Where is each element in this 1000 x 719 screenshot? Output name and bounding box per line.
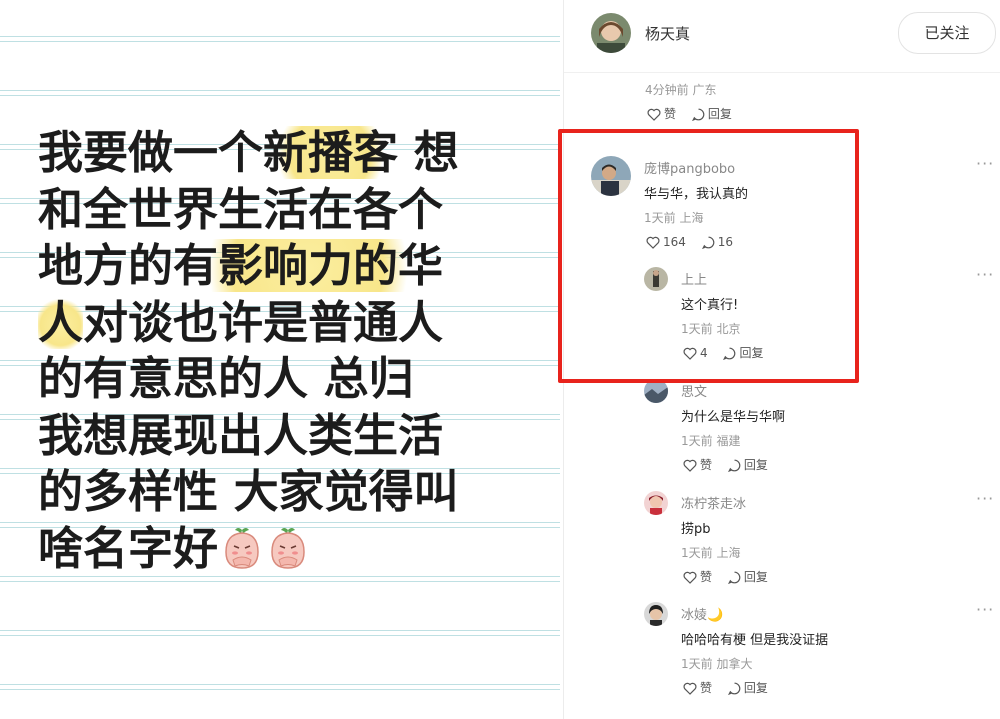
reply-actions: 赞 回复 xyxy=(683,568,780,586)
reply-username[interactable]: 思文 xyxy=(681,381,707,400)
comment-time: 1天前 xyxy=(644,211,676,225)
reply-username[interactable]: 冻柠茶走冰 xyxy=(681,493,746,512)
comment-actions: 164 16 xyxy=(646,233,745,251)
author-avatar[interactable] xyxy=(591,13,631,53)
post-text-line: 和全世界生活在各个 xyxy=(38,182,558,239)
reply-username[interactable]: 冰婈🌙 xyxy=(681,604,723,623)
more-options-icon[interactable]: ··· xyxy=(976,600,994,619)
follow-button[interactable]: 已关注 xyxy=(898,12,996,54)
reply-text: 捞pb xyxy=(681,522,711,537)
reply-bubble-icon xyxy=(691,108,705,121)
heart-icon xyxy=(646,236,660,249)
reply-button[interactable]: 回复 xyxy=(727,679,768,697)
heart-icon xyxy=(683,571,697,584)
comment-meta: 1天前 上海 xyxy=(644,209,703,226)
reply-actions: 赞 回复 xyxy=(683,679,780,697)
reply-button[interactable]: 回复 xyxy=(723,344,763,362)
reply-actions: 赞 回复 xyxy=(683,456,780,474)
reply-bubble-icon xyxy=(723,347,736,360)
like-count: 4 xyxy=(700,346,708,360)
post-text-segment: 的多样性 大家觉得叫 xyxy=(38,465,459,518)
reply-button[interactable]: 16 xyxy=(701,233,734,251)
reply-location: 北京 xyxy=(716,322,741,336)
reply-actions: 4 回复 xyxy=(683,344,775,362)
comment-time: 4分钟前 xyxy=(645,83,689,97)
comment-text: 华与华，我认真的 xyxy=(644,187,749,202)
highlighted-text: 新播客 xyxy=(263,126,399,179)
post-text-line: 地方的有影响力的华 xyxy=(38,238,558,295)
reply-username[interactable]: 上上 xyxy=(681,269,707,288)
reply-count: 16 xyxy=(717,235,734,249)
like-button[interactable]: 赞 xyxy=(647,105,676,123)
comment-location: 广东 xyxy=(692,83,717,97)
more-options-icon[interactable]: ··· xyxy=(976,489,994,508)
commenter-avatar[interactable] xyxy=(591,156,631,196)
post-text-line: 的有意思的人 总归 xyxy=(38,351,558,408)
like-button[interactable]: 赞 xyxy=(683,679,712,697)
highlighted-text: 有影响力的华 xyxy=(173,239,444,292)
post-text-segment: 啥名字好 xyxy=(38,521,219,575)
reply-meta: 1天前 北京 xyxy=(681,320,740,337)
reply-bubble-icon xyxy=(727,571,741,584)
reply-bubble-icon xyxy=(701,236,715,249)
highlighted-text: 人 xyxy=(38,295,84,349)
post-text-segment: 我想展现出人类生活 xyxy=(38,408,444,462)
reply-avatar[interactable] xyxy=(644,267,668,291)
reply-bubble-icon xyxy=(727,682,741,695)
like-count: 164 xyxy=(663,235,686,249)
comment-panel: 杨天真 已关注 4分钟前 广东 赞 回复 庞博pangbobo ··· 华与华，… xyxy=(563,0,1000,719)
previous-comment-meta: 4分钟前 广东 xyxy=(645,81,716,98)
post-text-line: 我要做一个新播客 想 xyxy=(38,125,558,182)
more-options-icon[interactable]: ··· xyxy=(976,154,994,173)
reply-location: 加拿大 xyxy=(716,657,753,671)
post-text-segment: 地方的 xyxy=(38,239,174,292)
reply-button[interactable]: 回复 xyxy=(691,105,732,123)
reply-meta: 1天前 加拿大 xyxy=(681,655,752,672)
heart-icon xyxy=(683,459,697,472)
reply-text: 哈哈哈有梗 但是我没证据 xyxy=(681,633,829,648)
post-text: 我要做一个新播客 想和全世界生活在各个 地方的有影响力的华 人对谈也许是普通人 的有意… xyxy=(38,125,558,577)
post-text-line: 啥名字好 xyxy=(38,521,558,578)
post-text-segment: 的有意思的人 总归 xyxy=(38,352,414,405)
post-image: 我要做一个新播客 想和全世界生活在各个 地方的有影响力的华 人对谈也许是普通人 的有意… xyxy=(0,0,560,719)
reply-avatar[interactable] xyxy=(644,602,668,626)
like-button[interactable]: 164 xyxy=(646,233,686,251)
reply-avatar[interactable] xyxy=(644,491,668,515)
reply-time: 1天前 xyxy=(681,657,713,671)
post-text-segment: 我要做一个 xyxy=(38,126,264,179)
reply-button[interactable]: 回复 xyxy=(727,456,768,474)
post-text-line: 我想展现出人类生活 xyxy=(38,408,558,465)
reply-avatar[interactable] xyxy=(644,379,668,403)
like-button[interactable]: 赞 xyxy=(683,568,712,586)
reply-time: 1天前 xyxy=(681,546,713,560)
like-button[interactable]: 赞 xyxy=(683,456,712,474)
reply-time: 1天前 xyxy=(681,434,713,448)
comment-username[interactable]: 庞博pangbobo xyxy=(644,158,735,177)
author-bar: 杨天真 已关注 xyxy=(564,0,1000,73)
reply-location: 上海 xyxy=(716,546,741,560)
post-text-line: 人对谈也许是普通人 xyxy=(38,295,558,352)
heart-icon xyxy=(647,108,661,121)
previous-comment-actions: 赞 回复 xyxy=(647,105,744,123)
peach-emoji-icon xyxy=(266,526,310,570)
post-text-segment: 和全世界生活在各个 xyxy=(38,182,444,236)
post-text-segment: 想 xyxy=(398,126,459,179)
reply-text: 为什么是华与华啊 xyxy=(681,410,786,425)
reply-meta: 1天前 上海 xyxy=(681,544,740,561)
reply-button[interactable]: 回复 xyxy=(727,568,768,586)
like-button[interactable]: 4 xyxy=(683,344,708,362)
reply-meta: 1天前 福建 xyxy=(681,432,740,449)
reply-text: 这个真行! xyxy=(681,298,739,313)
peach-emoji-icon xyxy=(220,526,264,570)
more-options-icon[interactable]: ··· xyxy=(976,265,994,284)
reply-bubble-icon xyxy=(727,459,741,472)
reply-time: 1天前 xyxy=(681,322,713,336)
reply-location: 福建 xyxy=(716,434,741,448)
author-name[interactable]: 杨天真 xyxy=(645,23,690,44)
heart-icon xyxy=(683,682,697,695)
heart-icon xyxy=(683,347,697,360)
comment-location: 上海 xyxy=(679,211,704,225)
post-text-line: 的多样性 大家觉得叫 xyxy=(38,464,558,521)
post-text-segment: 对谈也许是普通人 xyxy=(83,295,444,349)
